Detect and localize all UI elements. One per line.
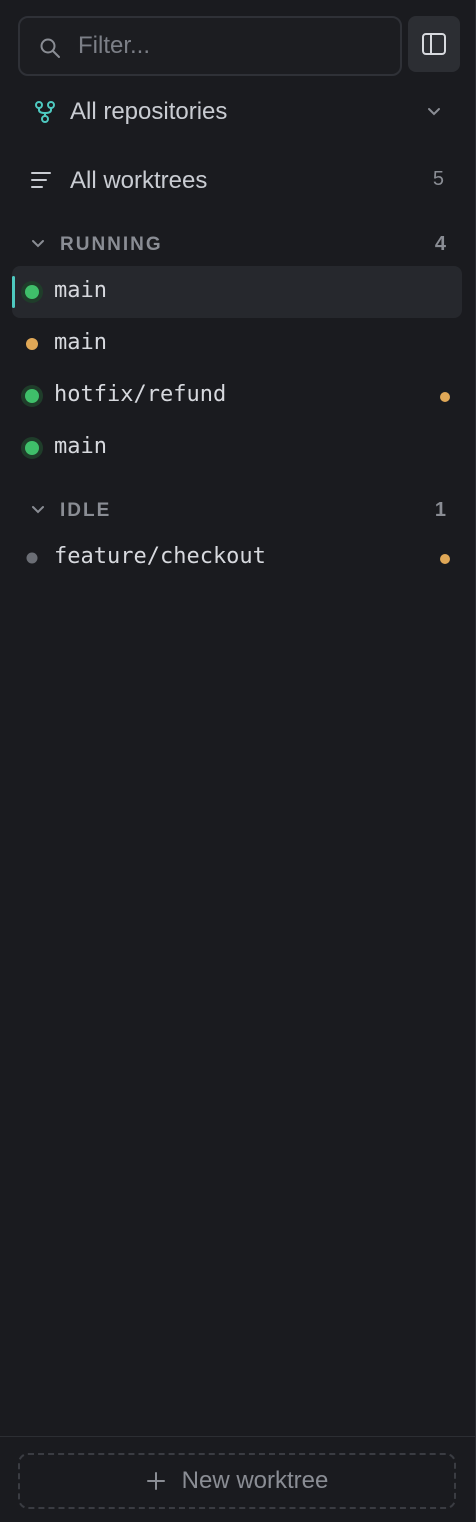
unsaved-changes-dot [440, 554, 450, 564]
running-status-dot [25, 389, 39, 403]
running-section-count: 4 [434, 233, 446, 255]
git-branch-icon [35, 101, 55, 123]
filter-box[interactable] [18, 16, 402, 76]
unsaved-changes-dot [440, 392, 450, 402]
worktree-name: hotfix/refund [54, 382, 227, 407]
new-worktree-button[interactable]: New worktree [18, 1453, 456, 1509]
active-indicator [12, 276, 15, 308]
worktree-name: main [54, 434, 107, 459]
sidebar-footer: New worktree [0, 1436, 476, 1522]
worktree-row[interactable]: main [12, 318, 462, 370]
worktree-name: main [54, 278, 107, 303]
pending-status-dot [26, 338, 38, 350]
chevron-down-icon [32, 240, 44, 248]
worktree-row[interactable]: feature/checkout [12, 532, 462, 584]
worktree-name: feature/checkout [54, 544, 266, 569]
worktree-name: main [54, 330, 107, 355]
sidebar-toggle-button[interactable] [408, 16, 460, 72]
repository-dropdown-label: All repositories [70, 98, 228, 125]
idle-section-count: 1 [434, 499, 446, 521]
chevron-down-icon [428, 108, 440, 116]
all-worktrees-count: 5 [432, 168, 444, 190]
all-worktrees-label: All worktrees [70, 167, 208, 194]
sidebar-panel-icon [422, 33, 446, 55]
filter-input[interactable] [78, 28, 388, 64]
idle-section-header[interactable]: IDLE 1 [18, 496, 458, 526]
running-section-title: RUNNING [60, 234, 163, 255]
worktree-row[interactable]: main [12, 266, 462, 318]
list-icon [31, 172, 51, 188]
running-status-dot [25, 285, 39, 299]
top-toolbar [18, 16, 460, 76]
worktree-row[interactable]: hotfix/refund [12, 370, 462, 422]
idle-section-title: IDLE [60, 500, 112, 521]
idle-status-dot [26, 552, 38, 564]
plus-icon [146, 1472, 165, 1490]
repository-dropdown[interactable]: All repositories [18, 90, 458, 134]
worktree-row[interactable]: main [12, 422, 462, 474]
running-status-dot [25, 441, 39, 455]
running-section-header[interactable]: RUNNING 4 [18, 230, 458, 260]
search-icon [40, 38, 60, 58]
chevron-down-icon [32, 506, 44, 514]
new-worktree-label: New worktree [181, 1467, 329, 1494]
worktree-sidebar: All repositories All worktrees 5 RUNNING… [0, 0, 476, 1522]
all-worktrees-item[interactable]: All worktrees 5 [18, 158, 458, 204]
